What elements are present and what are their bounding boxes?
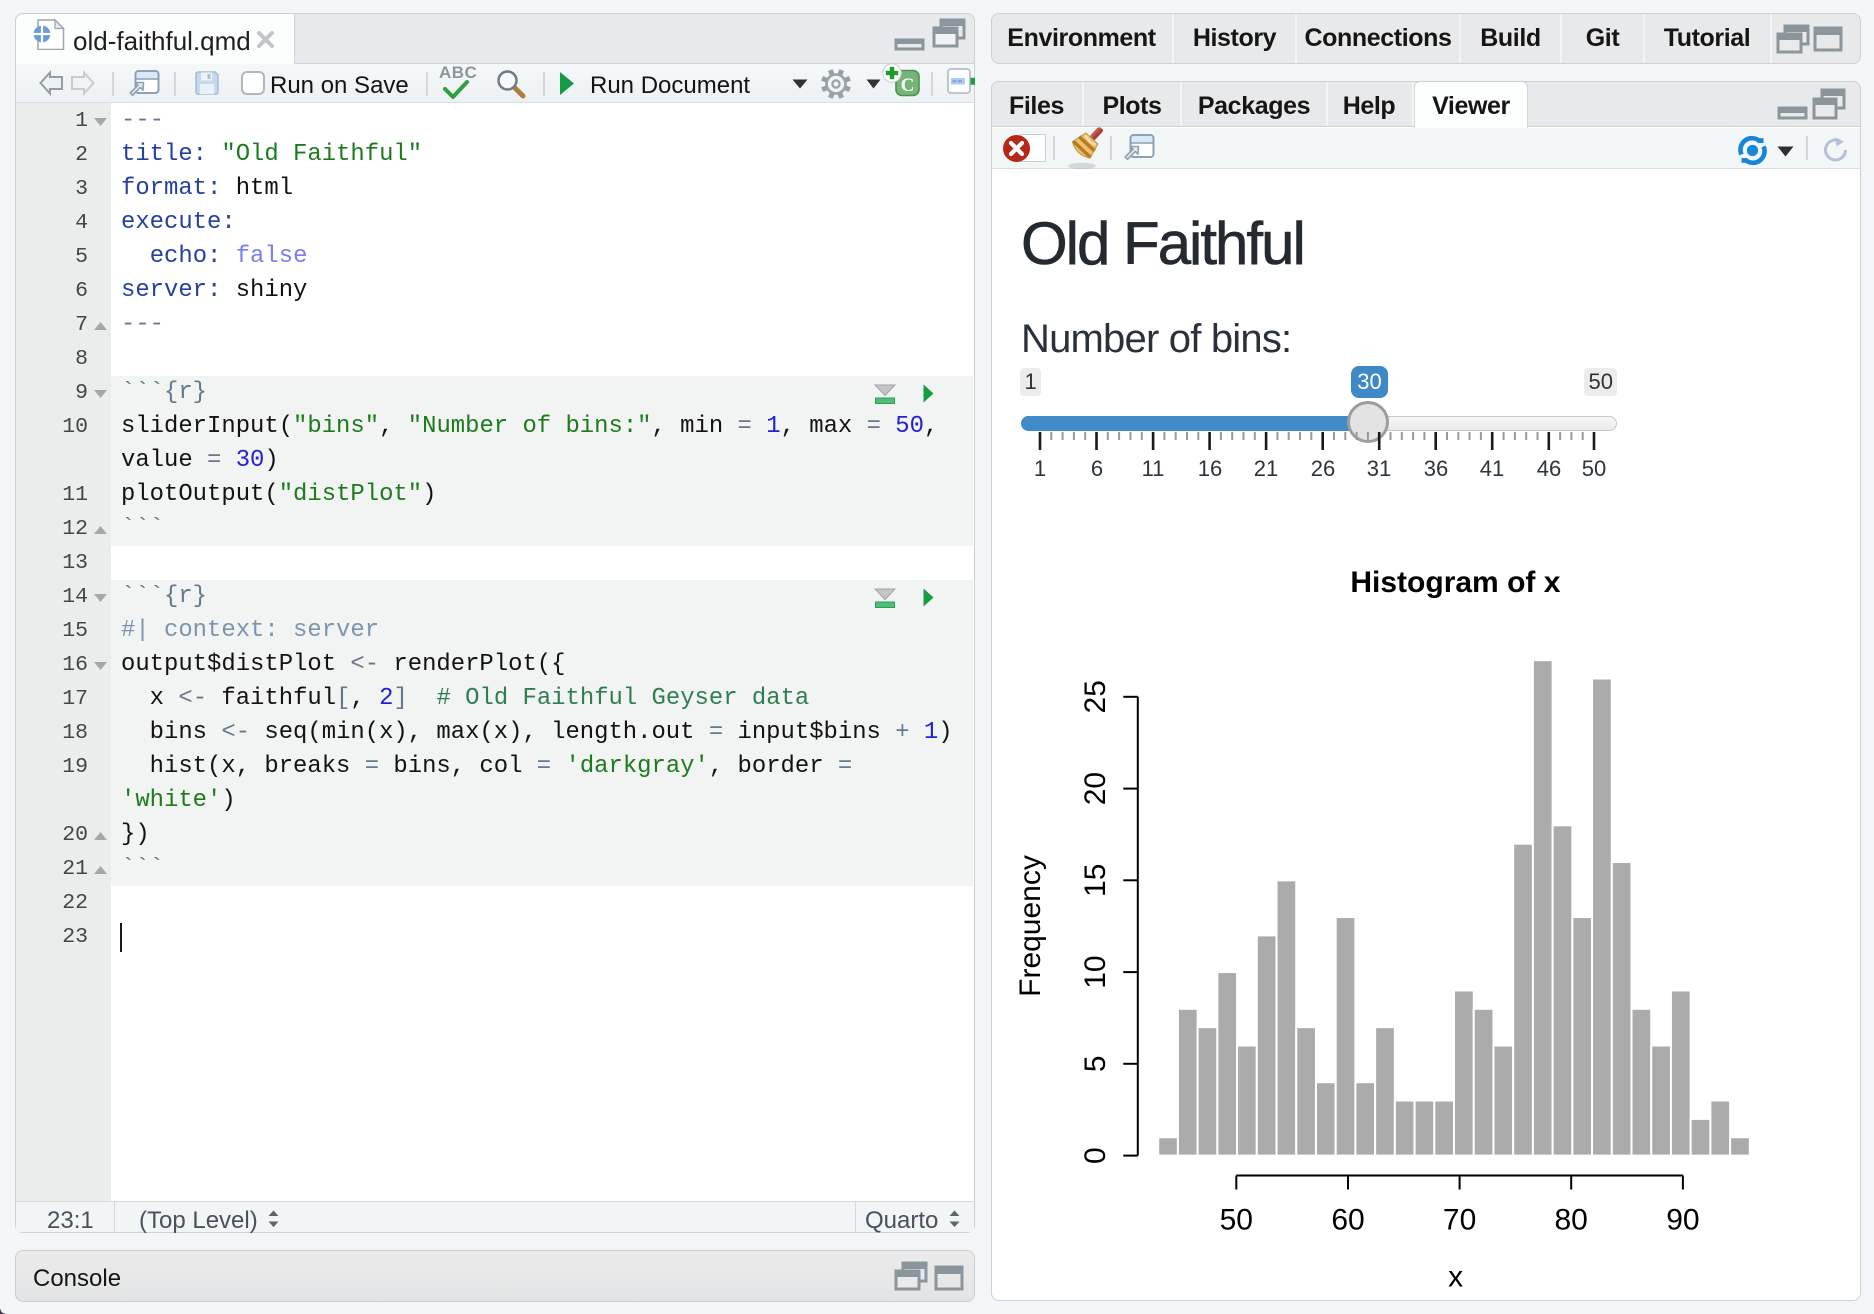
svg-text:15: 15: [1079, 864, 1112, 897]
svg-text:90: 90: [1666, 1204, 1699, 1237]
svg-text:20: 20: [1079, 772, 1112, 805]
svg-text:5: 5: [1079, 1055, 1112, 1072]
svg-text:50: 50: [1220, 1204, 1253, 1237]
svg-text:Frequency: Frequency: [1014, 855, 1047, 997]
svg-text:80: 80: [1555, 1204, 1588, 1237]
svg-text:C: C: [901, 75, 915, 96]
svg-text:0: 0: [1079, 1147, 1112, 1164]
svg-text:25: 25: [1079, 680, 1112, 713]
svg-text:x: x: [1448, 1261, 1463, 1294]
svg-text:Histogram of x: Histogram of x: [1350, 566, 1560, 599]
svg-text:70: 70: [1443, 1204, 1476, 1237]
svg-text:60: 60: [1331, 1204, 1364, 1237]
svg-text:10: 10: [1079, 955, 1112, 988]
